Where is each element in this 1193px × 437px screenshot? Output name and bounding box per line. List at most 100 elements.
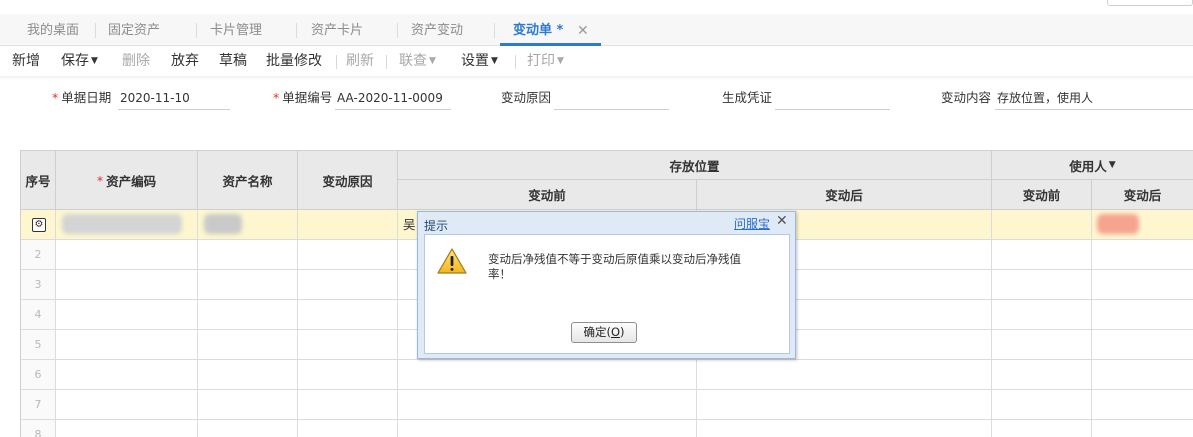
table-cell[interactable] [198, 240, 298, 270]
table-cell[interactable] [298, 420, 398, 437]
discard-button[interactable]: 放弃 [171, 46, 199, 76]
draft-button[interactable]: 草稿 [219, 46, 247, 76]
table-cell[interactable] [198, 300, 298, 330]
table-cell[interactable] [1092, 420, 1193, 437]
table-cell[interactable] [198, 390, 298, 420]
table-cell[interactable] [56, 420, 198, 437]
change-content-input[interactable]: 存放位置，使用人 [995, 88, 1193, 110]
table-cell[interactable] [298, 270, 398, 300]
change-reason-input[interactable] [554, 88, 669, 110]
table-cell[interactable] [992, 420, 1092, 437]
voucher-input[interactable] [775, 88, 890, 110]
doc-no-field: * 单据编号 AA-2020-11-0009 [273, 88, 453, 110]
help-link[interactable]: 问服宝 [734, 215, 770, 232]
table-cell[interactable] [56, 360, 198, 390]
column-group-user[interactable]: 使用人 ▼ [992, 150, 1193, 180]
table-cell[interactable] [298, 300, 398, 330]
user-after-cell[interactable] [1092, 210, 1193, 240]
redacted-asset-name [204, 214, 242, 234]
table-cell[interactable] [56, 240, 198, 270]
table-cell[interactable] [56, 300, 198, 330]
delete-button[interactable]: 删除 [122, 46, 150, 76]
table-cell[interactable] [298, 390, 398, 420]
table-cell[interactable] [1092, 270, 1193, 300]
ok-suffix: ) [620, 325, 625, 339]
required-mark: * [52, 90, 59, 105]
save-button[interactable]: 保存 ▼ [61, 46, 98, 76]
settings-button[interactable]: 设置 ▼ [461, 46, 498, 76]
column-header-asset-code[interactable]: * 资产编码 [56, 150, 198, 210]
table-cell[interactable] [1092, 300, 1193, 330]
dialog-message: 变动后净残值不等于变动后原值乘以变动后净残值率！ [488, 252, 741, 281]
tab-asset-change[interactable]: 资产变动 [411, 14, 463, 45]
column-header-seq: 序号 [21, 150, 56, 210]
tab-close-icon[interactable]: ✕ [577, 14, 589, 45]
table-cell[interactable] [1092, 330, 1193, 360]
tab-asset-card[interactable]: 资产卡片 [311, 14, 363, 45]
table-cell[interactable] [298, 360, 398, 390]
table-cell[interactable] [398, 390, 697, 420]
column-header-user-before[interactable]: 变动前 [992, 180, 1092, 210]
print-button[interactable]: 打印 ▼ [527, 46, 564, 76]
table-cell[interactable] [1092, 360, 1193, 390]
tab-change-order[interactable]: 变动单 * [513, 14, 563, 45]
table-cell[interactable] [398, 420, 697, 437]
row-number: 7 [21, 390, 56, 420]
user-before-cell[interactable] [992, 210, 1092, 240]
tab-card-management[interactable]: 卡片管理 [210, 14, 262, 45]
tab-divider [397, 23, 398, 38]
tab-divider [95, 23, 96, 38]
row-number: 5 [21, 330, 56, 360]
table-cell[interactable] [992, 390, 1092, 420]
column-header-user-after[interactable]: 变动后 [1092, 180, 1193, 210]
change-reason-cell[interactable] [298, 210, 398, 240]
row-seq-cell[interactable]: ⚙ [21, 210, 56, 240]
doc-date-field: * 单据日期 2020-11-10 [52, 88, 232, 110]
table-cell[interactable] [198, 360, 298, 390]
table-cell[interactable] [992, 300, 1092, 330]
close-icon[interactable]: ✕ [776, 213, 788, 229]
toolbar-shadow [0, 76, 1193, 80]
table-cell[interactable] [992, 360, 1092, 390]
column-header-location-after[interactable]: 变动后 [697, 180, 992, 210]
row-settings-icon[interactable]: ⚙ [32, 218, 46, 232]
table-cell[interactable] [198, 420, 298, 437]
table-cell[interactable] [1092, 390, 1193, 420]
table-cell[interactable] [298, 330, 398, 360]
table-cell[interactable] [56, 270, 198, 300]
ok-button[interactable]: 确定(O) [571, 322, 637, 343]
table-cell[interactable] [992, 240, 1092, 270]
table-cell[interactable] [697, 420, 992, 437]
refresh-button[interactable]: 刷新 [346, 46, 374, 76]
table-cell[interactable] [56, 390, 198, 420]
table-cell[interactable] [56, 330, 198, 360]
voucher-field: 生成凭证 [722, 88, 892, 110]
row-number: 8 [21, 420, 56, 437]
chevron-down-icon: ▼ [91, 56, 98, 66]
batch-edit-button[interactable]: 批量修改 [266, 46, 322, 76]
column-header-location-before[interactable]: 变动前 [398, 180, 697, 210]
row-number: 6 [21, 360, 56, 390]
column-header-asset-name[interactable]: 资产名称 [198, 150, 298, 210]
new-button[interactable]: 新增 [12, 46, 40, 76]
table-cell[interactable] [697, 360, 992, 390]
print-label: 打印 [527, 53, 555, 69]
chevron-down-icon: ▼ [557, 56, 564, 66]
global-search-input[interactable] [1107, 0, 1193, 6]
table-cell[interactable] [398, 360, 697, 390]
table-cell[interactable] [992, 330, 1092, 360]
doc-date-input[interactable]: 2020-11-10 [118, 88, 230, 110]
asset-name-cell[interactable] [198, 210, 298, 240]
tab-fixed-assets[interactable]: 固定资产 [108, 14, 160, 45]
doc-no-input[interactable]: AA-2020-11-0009 [335, 88, 451, 110]
table-cell[interactable] [198, 270, 298, 300]
table-cell[interactable] [697, 390, 992, 420]
link-query-button[interactable]: 联查 ▼ [399, 46, 436, 76]
table-cell[interactable] [1092, 240, 1193, 270]
column-header-change-reason[interactable]: 变动原因 [298, 150, 398, 210]
table-cell[interactable] [298, 240, 398, 270]
table-cell[interactable] [198, 330, 298, 360]
table-cell[interactable] [992, 270, 1092, 300]
asset-code-cell[interactable] [56, 210, 198, 240]
tab-my-desktop[interactable]: 我的桌面 [27, 14, 79, 45]
